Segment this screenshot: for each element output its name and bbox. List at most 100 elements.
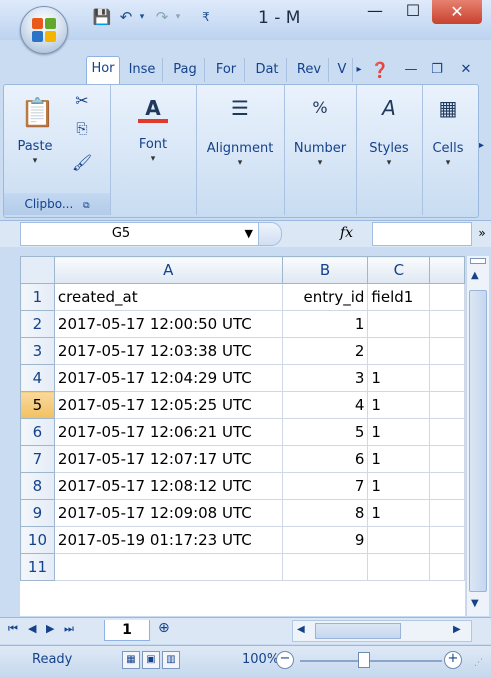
cell-a[interactable]: 2017-05-17 12:07:17 UTC xyxy=(53,445,283,473)
tab-view[interactable]: V xyxy=(332,58,353,82)
cell-a[interactable]: 2017-05-17 12:08:12 UTC xyxy=(53,472,283,500)
column-header-b[interactable]: B xyxy=(281,256,369,284)
column-header-c[interactable]: C xyxy=(367,256,431,284)
first-sheet-icon[interactable]: ⏮ xyxy=(8,622,18,636)
row-header[interactable]: 2 xyxy=(20,310,55,338)
close-button[interactable]: ✕ xyxy=(432,0,482,24)
zoom-slider-thumb[interactable] xyxy=(358,652,370,668)
cell-d[interactable] xyxy=(429,445,465,473)
row-header[interactable]: 8 xyxy=(20,472,55,500)
row-header[interactable]: 6 xyxy=(20,418,55,446)
cell-d[interactable] xyxy=(429,364,465,392)
help-icon[interactable]: ❓ xyxy=(368,58,392,82)
cell-d[interactable] xyxy=(429,283,465,311)
tab-page-layout[interactable]: Pag xyxy=(166,58,205,82)
select-all-corner[interactable] xyxy=(20,256,55,284)
dialog-launcher-icon[interactable]: ⧉ xyxy=(83,201,89,211)
cell-c[interactable] xyxy=(367,553,431,581)
insert-function-button[interactable]: fx xyxy=(340,222,353,244)
cell-a[interactable]: created_at xyxy=(53,283,283,311)
paste-button[interactable]: 📋 Paste ▾ xyxy=(10,91,60,166)
tab-home[interactable]: Hor xyxy=(86,56,120,85)
resize-grip-icon[interactable]: ⋰ xyxy=(474,658,483,668)
cell-d[interactable] xyxy=(429,472,465,500)
cell-c[interactable]: 1 xyxy=(367,472,431,500)
worksheet-grid[interactable]: A B C 1 created_at entry_id field1 2 2017-05-… xyxy=(20,256,465,616)
ribbon-minimize-icon[interactable]: — xyxy=(400,58,422,82)
alignment-button[interactable]: ☰ Alignment ▾ xyxy=(200,93,280,168)
cell-b[interactable]: 5 xyxy=(281,418,369,446)
row-header[interactable]: 4 xyxy=(20,364,55,392)
zoom-in-icon[interactable]: + xyxy=(444,651,462,669)
column-header-a[interactable]: A xyxy=(53,256,283,284)
scroll-right-icon[interactable]: ▶ xyxy=(453,624,461,635)
cell-c[interactable]: field1 xyxy=(367,283,431,311)
copy-button[interactable]: ⎘ xyxy=(68,121,96,137)
tab-formulas[interactable]: For xyxy=(208,58,245,82)
next-sheet-icon[interactable]: ▶ xyxy=(46,622,54,635)
prev-sheet-icon[interactable]: ◀ xyxy=(28,622,36,635)
cell-d[interactable] xyxy=(429,310,465,338)
cell-a[interactable]: 2017-05-17 12:03:38 UTC xyxy=(53,337,283,365)
cell-b[interactable] xyxy=(281,553,369,581)
cell-a[interactable]: 2017-05-17 12:04:29 UTC xyxy=(53,364,283,392)
row-header[interactable]: 9 xyxy=(20,499,55,527)
split-box[interactable] xyxy=(470,258,486,264)
column-header-d[interactable] xyxy=(429,256,465,284)
vertical-scrollbar[interactable]: ▲ ▼ xyxy=(466,256,489,616)
row-header[interactable]: 5 xyxy=(20,391,55,419)
cell-b[interactable]: 4 xyxy=(281,391,369,419)
cell-c[interactable]: 1 xyxy=(367,391,431,419)
cell-d[interactable] xyxy=(429,391,465,419)
cell-c[interactable]: 1 xyxy=(367,364,431,392)
name-box[interactable]: G5 ▼ xyxy=(20,222,260,246)
tab-scroll-right-icon[interactable]: ▸ xyxy=(352,58,366,82)
cell-b[interactable]: 6 xyxy=(281,445,369,473)
cell-b[interactable]: 1 xyxy=(281,310,369,338)
cell-a[interactable] xyxy=(53,553,283,581)
scroll-up-icon[interactable]: ▲ xyxy=(471,270,479,281)
scroll-down-icon[interactable]: ▼ xyxy=(471,598,479,609)
horizontal-scrollbar[interactable]: ◀ ▶ xyxy=(292,620,472,642)
row-header[interactable]: 11 xyxy=(20,553,55,581)
cell-d[interactable] xyxy=(429,553,465,581)
zoom-level[interactable]: 100% xyxy=(242,652,279,667)
minimize-button[interactable]: — xyxy=(356,0,394,24)
last-sheet-icon[interactable]: ⏭ xyxy=(64,622,74,636)
row-header[interactable]: 1 xyxy=(20,283,55,311)
cell-a[interactable]: 2017-05-19 01:17:23 UTC xyxy=(53,526,283,554)
cell-a[interactable]: 2017-05-17 12:09:08 UTC xyxy=(53,499,283,527)
zoom-slider[interactable] xyxy=(300,660,442,662)
cell-b[interactable]: 2 xyxy=(281,337,369,365)
page-layout-view-icon[interactable]: ▣ xyxy=(142,651,160,669)
expand-formula-bar-icon[interactable]: » xyxy=(474,222,490,244)
zoom-out-icon[interactable]: − xyxy=(276,651,294,669)
tab-data[interactable]: Dat xyxy=(248,58,287,82)
insert-sheet-icon[interactable]: ⊕ xyxy=(158,620,170,636)
sheet-tab[interactable]: 1 xyxy=(104,620,150,641)
cell-c[interactable]: 1 xyxy=(367,499,431,527)
cell-b[interactable]: entry_id xyxy=(281,283,369,311)
formula-input[interactable] xyxy=(372,222,472,246)
cell-b[interactable]: 3 xyxy=(281,364,369,392)
normal-view-icon[interactable]: ▦ xyxy=(122,651,140,669)
cell-c[interactable] xyxy=(367,310,431,338)
name-box-dropdown-icon[interactable]: ▼ xyxy=(245,223,253,245)
cell-c[interactable]: 1 xyxy=(367,418,431,446)
scroll-left-icon[interactable]: ◀ xyxy=(297,624,305,635)
cell-c[interactable] xyxy=(367,526,431,554)
cell-d[interactable] xyxy=(429,499,465,527)
font-button[interactable]: A Font ▾ xyxy=(124,93,182,164)
cell-a[interactable]: 2017-05-17 12:05:25 UTC xyxy=(53,391,283,419)
cell-b[interactable]: 7 xyxy=(281,472,369,500)
row-header[interactable]: 3 xyxy=(20,337,55,365)
ribbon-restore-icon[interactable]: ❐ xyxy=(426,58,448,82)
cells-button[interactable]: ▦ Cells ▾ xyxy=(426,93,470,168)
cell-d[interactable] xyxy=(429,337,465,365)
maximize-button[interactable]: ☐ xyxy=(394,0,432,24)
cut-button[interactable]: ✂ xyxy=(68,91,96,110)
number-button[interactable]: % Number ▾ xyxy=(288,93,352,168)
office-button[interactable] xyxy=(20,6,68,54)
ribbon-scroll-right-icon[interactable]: ▸ xyxy=(479,140,484,151)
name-box-splitter[interactable] xyxy=(258,222,282,246)
